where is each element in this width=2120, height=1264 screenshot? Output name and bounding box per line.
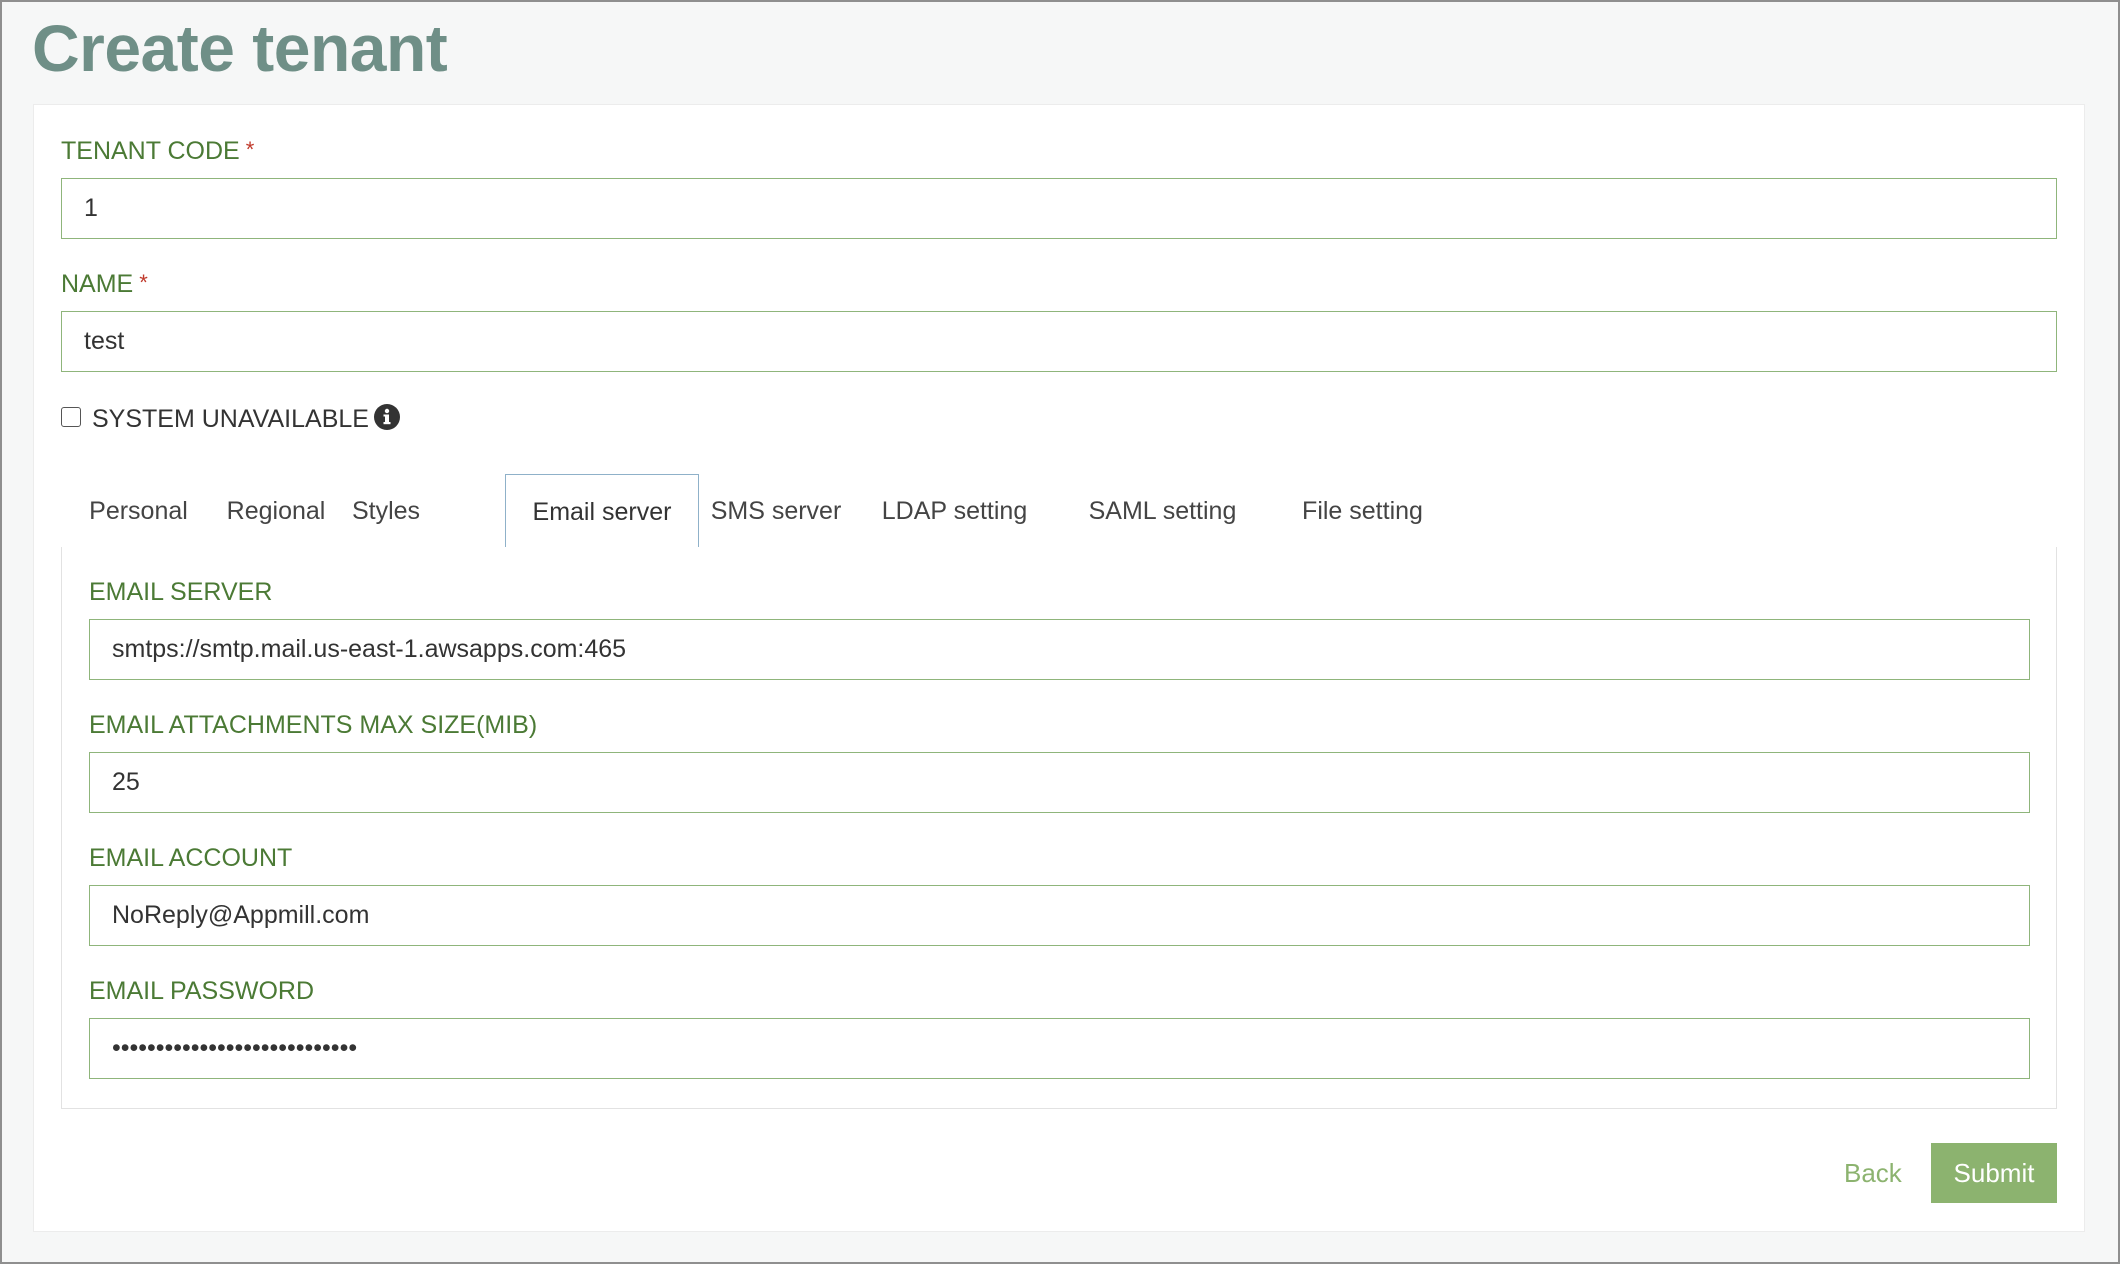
tab-regional[interactable]: Regional <box>216 474 336 548</box>
tab-saml-setting[interactable]: SAML setting <box>1056 474 1269 548</box>
tenant-code-label-text: TENANT CODE <box>61 137 240 165</box>
name-label-text: NAME <box>61 270 134 298</box>
tab-styles[interactable]: Styles <box>336 474 436 548</box>
tenant-code-input[interactable] <box>61 178 2057 239</box>
submit-button[interactable]: Submit <box>1931 1143 2057 1203</box>
tab-sms-server[interactable]: SMS server <box>699 474 853 548</box>
system-unavailable-label: SYSTEM UNAVAILABLE <box>92 405 369 433</box>
info-circle-icon[interactable] <box>374 404 400 430</box>
email-max-size-label: EMAIL ATTACHMENTS MAX SIZE(MIB) <box>89 711 538 739</box>
required-marker: * <box>139 270 148 295</box>
tab-file-setting[interactable]: File setting <box>1269 474 1456 548</box>
system-unavailable-checkbox[interactable] <box>61 407 81 427</box>
email-max-size-input[interactable] <box>89 752 2030 813</box>
tenant-code-label: TENANT CODE * <box>61 137 254 166</box>
email-password-label: EMAIL PASSWORD <box>89 977 315 1005</box>
tab-ldap-setting[interactable]: LDAP setting <box>853 474 1056 548</box>
email-password-input[interactable] <box>89 1018 2030 1079</box>
email-server-label: EMAIL SERVER <box>89 578 273 606</box>
name-label: NAME * <box>61 270 148 299</box>
tab-email-server[interactable]: Email server <box>505 474 699 549</box>
settings-tabs: Personal Regional Styles Email server SM… <box>61 474 2057 549</box>
tab-personal[interactable]: Personal <box>61 474 216 548</box>
email-account-input[interactable] <box>89 885 2030 946</box>
email-server-input[interactable] <box>89 619 2030 680</box>
name-input[interactable] <box>61 311 2057 372</box>
required-marker: * <box>245 137 255 162</box>
email-account-label: EMAIL ACCOUNT <box>89 844 293 872</box>
page-title: Create tenant <box>32 11 448 85</box>
back-link[interactable]: Back <box>1844 1158 1902 1189</box>
